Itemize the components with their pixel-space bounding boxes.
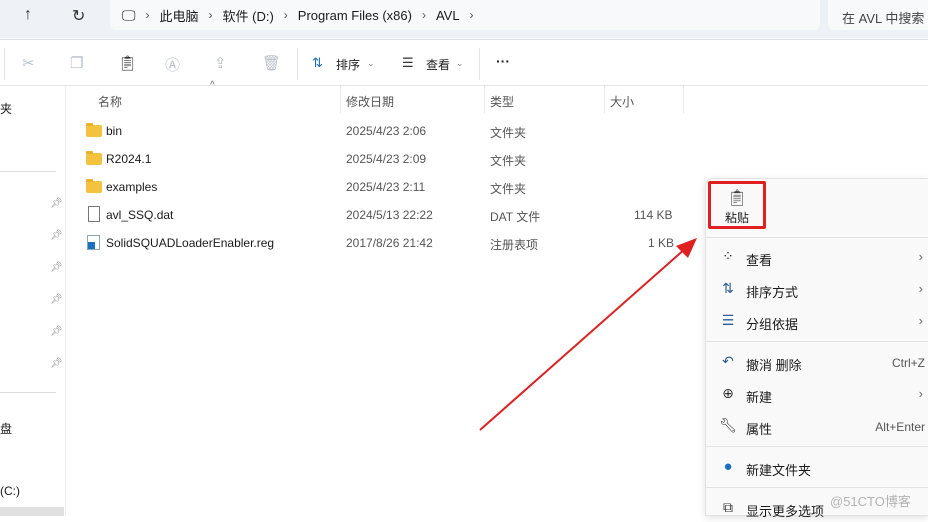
new-folder-app-icon: ● <box>723 458 733 475</box>
menu-item-undo[interactable]: ↶ 撤消 删除 Ctrl+Z <box>706 348 928 376</box>
divider <box>706 237 928 238</box>
plus-circle-icon: ⊕ <box>722 385 734 401</box>
divider <box>706 487 928 488</box>
menu-label: 分组依据 <box>746 317 799 332</box>
menu-item-new[interactable]: ⊕ 新建 › <box>706 380 928 408</box>
list-icon: ☰ <box>721 312 735 328</box>
menu-item-view[interactable]: ⁘ 查看 › <box>706 243 928 271</box>
menu-label: 显示更多选项 <box>746 504 825 519</box>
wrench-icon: 🔧︎ <box>719 417 737 433</box>
sort-icon: ⇅ <box>722 280 734 296</box>
paste-button[interactable]: 📋︎ 粘贴 <box>708 181 766 229</box>
undo-icon: ↶ <box>722 353 734 369</box>
chevron-right-icon: › <box>918 313 923 328</box>
menu-label: 撤消 删除 <box>746 358 802 373</box>
shortcut: Alt+Enter <box>875 420 925 434</box>
menu-item-new-folder[interactable]: ● 新建文件夹 <box>706 453 928 481</box>
menu-label: 查看 <box>746 253 773 268</box>
menu-label: 新建文件夹 <box>746 463 812 478</box>
open-external-icon: ⧉ <box>723 499 733 515</box>
chevron-right-icon: › <box>918 386 923 401</box>
paste-icon: 📋︎ <box>726 190 748 207</box>
divider <box>706 341 928 342</box>
context-menu: 📋︎ 粘贴 ⁘ 查看 › ⇅ 排序方式 › ☰ 分组依据 › ↶ 撤消 删除 Ctrl+Z ⊕ 新… <box>705 178 928 519</box>
chevron-right-icon: › <box>918 281 923 296</box>
chevron-right-icon: › <box>918 249 923 264</box>
grid-icon: ⁘ <box>722 248 734 264</box>
paste-label: 粘贴 <box>724 211 749 225</box>
divider <box>706 446 928 447</box>
menu-label: 新建 <box>746 390 773 405</box>
watermark: @51CTO博客 <box>830 494 911 509</box>
menu-item-properties[interactable]: 🔧︎ 属性 Alt+Enter <box>706 412 928 440</box>
menu-label: 属性 <box>746 422 773 437</box>
shortcut: Ctrl+Z <box>892 356 925 370</box>
menu-item-group-by[interactable]: ☰ 分组依据 › <box>706 307 928 335</box>
menu-label: 排序方式 <box>746 285 799 300</box>
menu-item-sort[interactable]: ⇅ 排序方式 › <box>706 275 928 303</box>
